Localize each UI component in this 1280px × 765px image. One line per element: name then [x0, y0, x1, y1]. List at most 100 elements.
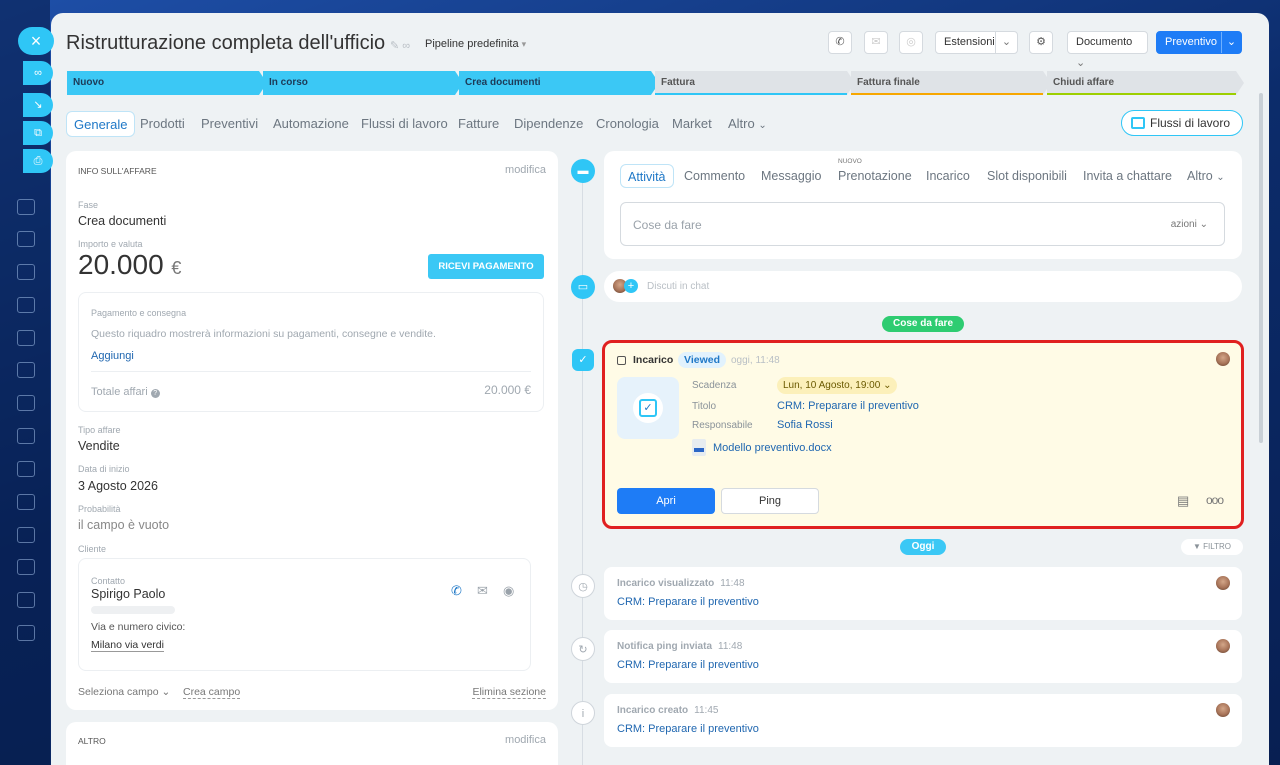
nav-icon[interactable]: [17, 330, 35, 346]
quote-label: Preventivo: [1165, 36, 1217, 48]
help-icon[interactable]: ?: [150, 389, 160, 398]
extensions-button[interactable]: Estensioni ⌄: [935, 31, 1018, 54]
tab-generale[interactable]: Generale: [66, 111, 136, 137]
todo-input[interactable]: Cose da fare azioni ⌄: [620, 202, 1225, 246]
note-icon[interactable]: ▤: [1177, 493, 1189, 509]
stage-fattura-finale[interactable]: Fattura finale: [851, 71, 1051, 95]
deadline-picker[interactable]: Lun, 10 Agosto, 19:00 ⌄: [777, 377, 898, 394]
tab-flussi[interactable]: Flussi di lavoro: [361, 111, 448, 137]
quote-button[interactable]: Preventivo ⌄: [1156, 31, 1242, 54]
open-new-window-icon[interactable]: ⧉: [23, 121, 53, 145]
add-participant-icon[interactable]: +: [624, 279, 638, 293]
section-heading: ALTRO: [78, 736, 106, 746]
file-link[interactable]: Modello preventivo.docx: [713, 442, 832, 454]
stage-nuovo[interactable]: Nuovo: [67, 71, 267, 95]
contact-name[interactable]: Spirigo Paolo: [91, 587, 165, 601]
actions-menu[interactable]: azioni ⌄: [1171, 219, 1208, 230]
history-link[interactable]: CRM: Preparare il preventivo: [617, 723, 759, 735]
address-value[interactable]: Milano via verdi: [91, 639, 164, 652]
filter-button[interactable]: ▼ FILTRO: [1181, 539, 1243, 555]
add-payment-link[interactable]: Aggiungi: [91, 350, 134, 362]
tab-commento[interactable]: Commento: [684, 164, 745, 188]
tab-dipendenze[interactable]: Dipendenze: [514, 111, 583, 137]
chat-bar[interactable]: + Discuti in chat: [604, 271, 1242, 302]
task-title-link[interactable]: CRM: Preparare il preventivo: [777, 400, 919, 412]
close-slider-button[interactable]: ×: [18, 27, 54, 55]
chevron-down-icon: ⌄: [758, 120, 767, 131]
stage-crea-documenti[interactable]: Crea documenti: [459, 71, 659, 95]
chevron-down-icon: ⌄: [883, 380, 892, 391]
workflows-button[interactable]: Flussi di lavoro: [1121, 110, 1243, 136]
probability-value[interactable]: il campo è vuoto: [78, 518, 169, 532]
tab-fatture[interactable]: Fatture: [458, 111, 499, 137]
tab-preventivi[interactable]: Preventivi: [201, 111, 258, 137]
phone-icon[interactable]: ✆: [828, 31, 852, 54]
stage-chiudi-affare[interactable]: Chiudi affare: [1047, 71, 1244, 95]
tab-incarico[interactable]: Incarico: [926, 164, 970, 188]
page-title: Ristrutturazione completa dell'ufficio: [66, 32, 386, 54]
more-icon[interactable]: ooo: [1206, 493, 1224, 507]
call-icon[interactable]: ✆: [451, 583, 462, 599]
collapse-icon[interactable]: ↘: [23, 93, 53, 117]
history-link[interactable]: CRM: Preparare il preventivo: [617, 596, 759, 608]
stage-field-value[interactable]: Crea documenti: [78, 214, 166, 228]
stage-fattura[interactable]: Fattura: [655, 71, 855, 95]
chevron-down-icon[interactable]: ⌄: [995, 32, 1017, 53]
nav-icon[interactable]: [17, 592, 35, 608]
edit-link[interactable]: modifica: [505, 734, 546, 746]
payment-box: Pagamento e consegna Questo riquadro mos…: [78, 292, 544, 412]
create-field-link[interactable]: Crea campo: [183, 686, 241, 699]
nav-icon[interactable]: [17, 199, 35, 215]
nav-icon[interactable]: [17, 362, 35, 378]
nav-icon[interactable]: [17, 231, 35, 247]
task-illustration: ✓: [617, 377, 679, 439]
open-button[interactable]: Apri: [617, 488, 715, 514]
chat-icon[interactable]: ◎: [899, 31, 923, 54]
link-icon[interactable]: ∞: [23, 61, 53, 85]
workflows-label: Flussi di lavoro: [1150, 116, 1231, 130]
tab-market[interactable]: Market: [672, 111, 712, 137]
tab-attivita[interactable]: Attività: [620, 164, 674, 188]
scrollbar[interactable]: [1259, 93, 1263, 443]
nav-icon[interactable]: [17, 297, 35, 313]
receive-payment-button[interactable]: RICEVI PAGAMENTO: [428, 254, 544, 279]
gear-icon[interactable]: ⚙: [1029, 31, 1053, 54]
nav-icon[interactable]: [17, 527, 35, 543]
amount-value[interactable]: 20.000 €: [78, 249, 181, 281]
print-icon[interactable]: ⎙: [23, 149, 53, 173]
stage-in-corso[interactable]: In corso: [263, 71, 463, 95]
ping-button[interactable]: Ping: [721, 488, 819, 514]
nav-icon[interactable]: [17, 461, 35, 477]
nav-icon[interactable]: [17, 264, 35, 280]
type-value[interactable]: Vendite: [78, 439, 120, 453]
task-checkbox[interactable]: [617, 356, 626, 365]
tab-automazione[interactable]: Automazione: [273, 111, 349, 137]
nav-icon[interactable]: [17, 494, 35, 510]
nav-icon[interactable]: [17, 428, 35, 444]
select-field-link[interactable]: Seleziona campo ⌄: [78, 686, 170, 698]
pipeline-selector[interactable]: Pipeline predefinita ▾: [425, 38, 526, 50]
edit-link[interactable]: modifica: [505, 164, 546, 176]
tab-prenotazione[interactable]: Prenotazione: [838, 164, 912, 188]
nav-icon[interactable]: [17, 395, 35, 411]
chevron-down-icon[interactable]: ⌄: [1221, 32, 1241, 53]
tab-slot[interactable]: Slot disponibili: [987, 164, 1067, 188]
nav-icon[interactable]: [17, 625, 35, 641]
edit-title-icon[interactable]: ✎ ∞: [390, 39, 410, 52]
tab-invita[interactable]: Invita a chattare: [1083, 164, 1172, 188]
document-button[interactable]: Documento ⌄: [1067, 31, 1148, 69]
email-icon[interactable]: ✉: [477, 583, 488, 599]
history-link[interactable]: CRM: Preparare il preventivo: [617, 659, 759, 671]
responsible-avatar[interactable]: [1216, 352, 1230, 366]
tab-altro[interactable]: Altro ⌄: [1187, 164, 1225, 188]
delete-section-link[interactable]: Elimina sezione: [472, 686, 546, 699]
start-date-value[interactable]: 3 Agosto 2026: [78, 479, 158, 493]
messenger-icon[interactable]: ◉: [503, 583, 514, 599]
tab-messaggio[interactable]: Messaggio: [761, 164, 821, 188]
nav-icon[interactable]: [17, 559, 35, 575]
mail-icon[interactable]: ✉: [864, 31, 888, 54]
tab-altro[interactable]: Altro ⌄: [728, 111, 767, 137]
responsible-link[interactable]: Sofia Rossi: [777, 419, 833, 431]
tab-cronologia[interactable]: Cronologia: [596, 111, 659, 137]
tab-prodotti[interactable]: Prodotti: [140, 111, 185, 137]
